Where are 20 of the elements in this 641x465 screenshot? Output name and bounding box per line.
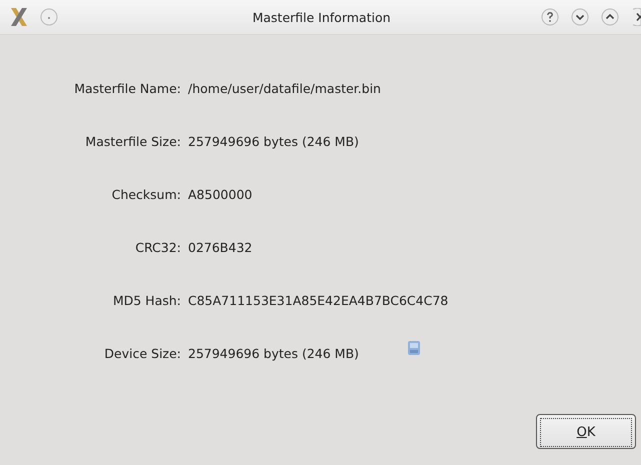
field-value: /home/user/datafile/master.bin (188, 80, 381, 96)
field-label: Masterfile Name: (73, 80, 182, 96)
help-icon[interactable] (541, 8, 559, 26)
app-logo-icon (8, 6, 30, 28)
drive-icon (406, 340, 421, 356)
field-label: Masterfile Size: (84, 134, 182, 148)
field-value: 0276B432 (188, 240, 252, 254)
maximize-icon[interactable] (601, 8, 619, 26)
field-label: CRC32: (134, 240, 182, 254)
window-title: Masterfile Information (251, 10, 392, 24)
field-value: A8500000 (188, 186, 252, 202)
field-value: 257949696 bytes (246 MB) (188, 346, 359, 360)
field-label: MD5 Hash: (112, 292, 182, 308)
field-value: 257949696 bytes (246 MB) (188, 134, 359, 148)
close-icon[interactable] (633, 8, 641, 26)
field-value: C85A711153E31A85E42EA4B7BC6C4C78 (188, 292, 448, 308)
ok-button[interactable]: OK (536, 414, 636, 449)
field-label: Checksum: (110, 186, 182, 202)
minimize-icon[interactable] (571, 8, 589, 26)
field-label: Device Size: (103, 346, 182, 360)
